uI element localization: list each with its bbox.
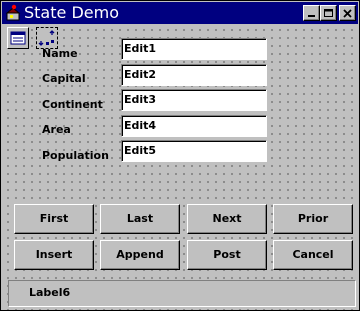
capital-field[interactable] — [121, 64, 267, 86]
app-icon — [5, 4, 21, 21]
table-component-icon[interactable] — [36, 27, 58, 49]
capital-input[interactable] — [124, 66, 262, 82]
area-label: Area — [42, 123, 71, 136]
maximize-icon — [324, 9, 333, 17]
name-field[interactable] — [121, 38, 267, 60]
population-label: Population — [42, 149, 109, 162]
capital-label: Capital — [42, 72, 86, 85]
area-field[interactable] — [121, 115, 267, 137]
window-title: State Demo — [24, 3, 119, 22]
datasource-component-icon[interactable] — [7, 27, 29, 49]
status-panel: Label6 — [8, 280, 356, 307]
name-label: Name — [42, 47, 78, 60]
status-label: Label6 — [29, 286, 71, 299]
form-area: Name Capital Continent Area Population F… — [2, 24, 358, 310]
next-button[interactable]: Next — [187, 204, 267, 234]
post-button[interactable]: Post — [187, 240, 267, 270]
close-button[interactable] — [339, 5, 356, 21]
continent-label: Continent — [42, 98, 103, 111]
close-icon — [343, 9, 352, 18]
continent-field[interactable] — [121, 89, 267, 111]
last-button[interactable]: Last — [100, 204, 180, 234]
area-input[interactable] — [124, 117, 262, 133]
population-field[interactable] — [121, 140, 267, 162]
population-input[interactable] — [124, 142, 262, 158]
insert-button[interactable]: Insert — [14, 240, 94, 270]
maximize-button[interactable] — [320, 5, 337, 21]
prior-button[interactable]: Prior — [273, 204, 353, 234]
continent-input[interactable] — [124, 91, 262, 107]
first-button[interactable]: First — [14, 204, 94, 234]
minimize-button[interactable] — [303, 5, 320, 21]
minimize-icon — [308, 15, 315, 17]
app-window: State Demo Name Capital Continent Area P… — [0, 0, 360, 311]
cancel-button[interactable]: Cancel — [273, 240, 353, 270]
append-button[interactable]: Append — [100, 240, 180, 270]
name-input[interactable] — [124, 40, 262, 56]
title-bar[interactable]: State Demo — [2, 2, 358, 24]
